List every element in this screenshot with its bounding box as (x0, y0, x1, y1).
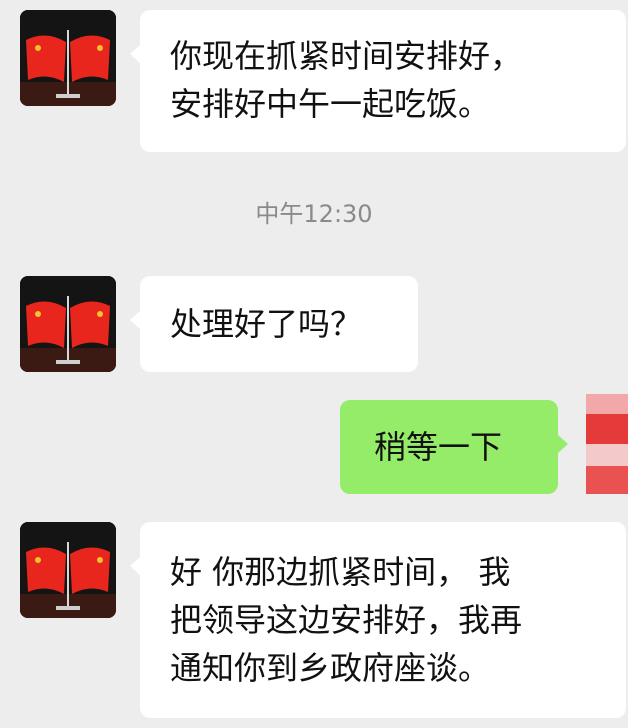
message-bubble-2[interactable]: 处理好了吗？ (130, 276, 418, 372)
message-text-line: 好 你那边抓紧时间， 我 (170, 553, 511, 591)
message-bubble-3[interactable]: 稍等一下 (340, 400, 568, 494)
flag-avatar-icon (20, 276, 116, 372)
message-text-line: 稍等一下 (374, 428, 503, 466)
contact-avatar-1[interactable] (20, 10, 116, 106)
flag-avatar-icon (20, 10, 116, 106)
message-text-line: 处理好了吗？ (170, 305, 363, 343)
blurred-avatar-icon (586, 394, 628, 414)
message-text-line: 通知你到乡政府座谈。 (170, 649, 491, 687)
message-bubble-4[interactable]: 好 你那边抓紧时间， 我 把领导这边安排好，我再 通知你到乡政府座谈。 (130, 522, 626, 718)
message-text-line: 你现在抓紧时间安排好， (170, 37, 523, 75)
timestamp: 中午12:30 (255, 200, 373, 228)
self-avatar[interactable] (586, 394, 628, 494)
flag-avatar-icon (20, 522, 116, 618)
contact-avatar-3[interactable] (20, 522, 116, 618)
message-text-line: 安排好中午一起吃饭。 (170, 85, 491, 123)
message-bubble-1[interactable]: 你现在抓紧时间安排好， 安排好中午一起吃饭。 (130, 10, 626, 152)
message-text-line: 把领导这边安排好，我再 (170, 601, 523, 639)
contact-avatar-2[interactable] (20, 276, 116, 372)
